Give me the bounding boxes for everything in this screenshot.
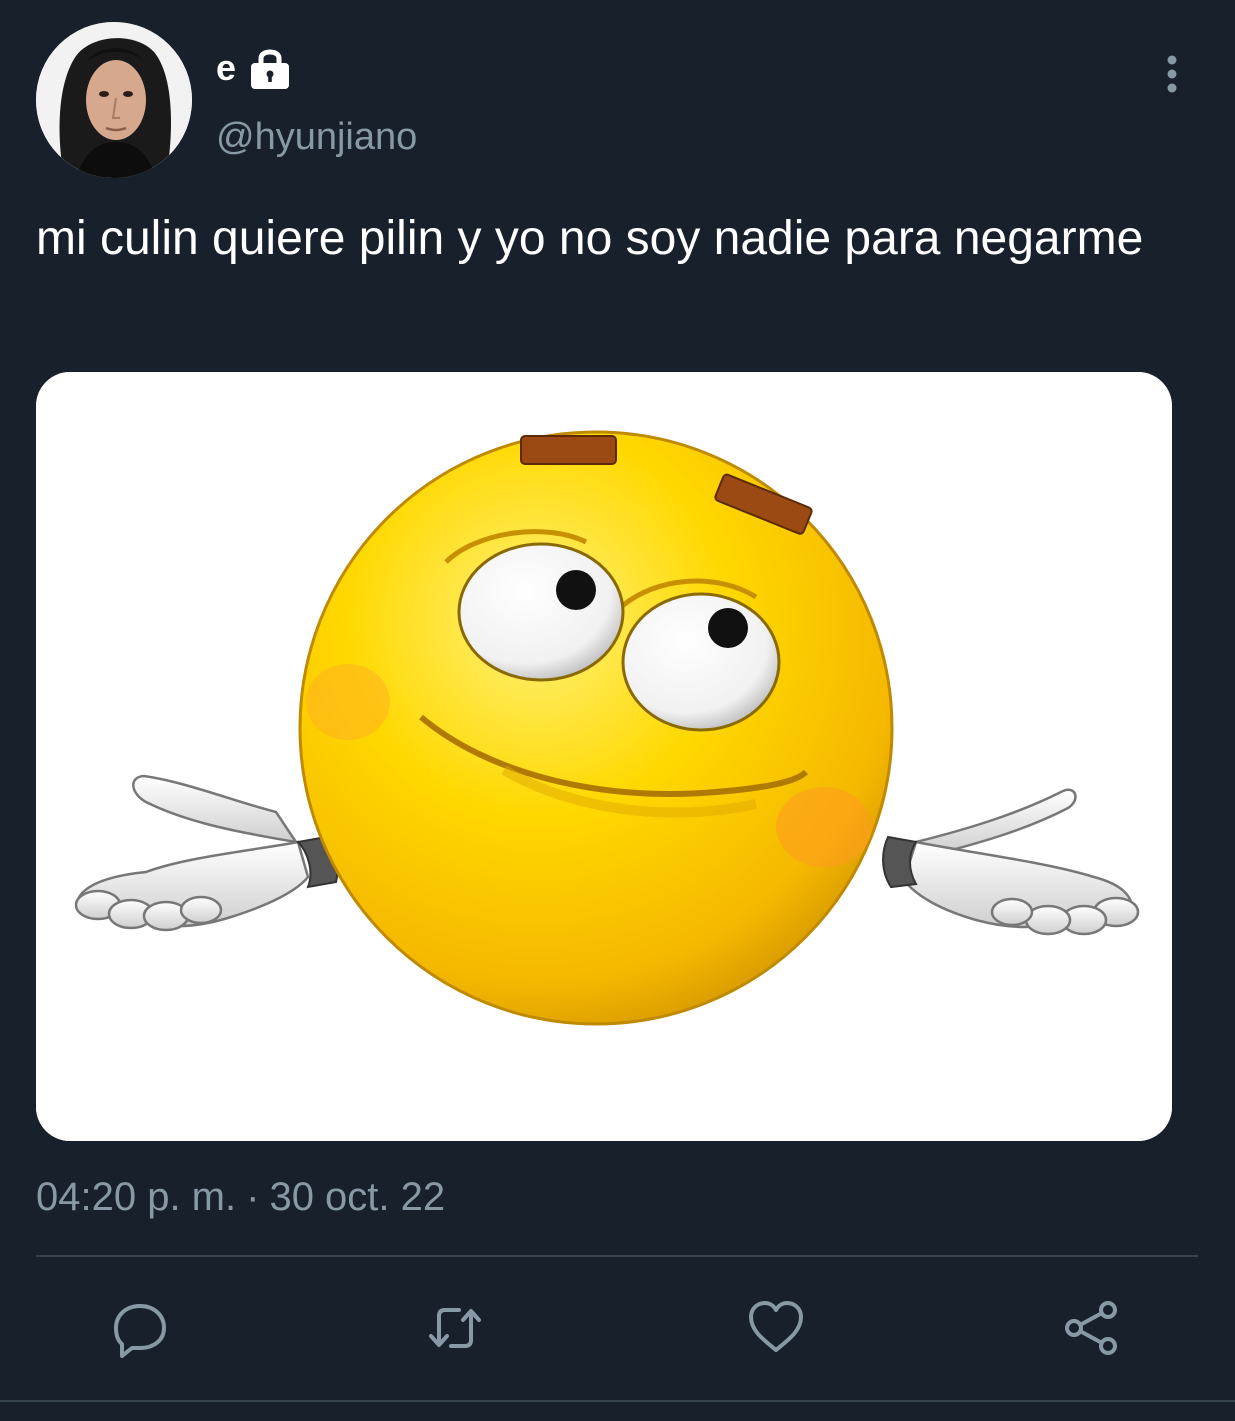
tweet-time: 04:20 p. m. bbox=[36, 1175, 237, 1219]
tweet-timestamp[interactable]: 04:20 p. m. · 30 oct. 22 bbox=[36, 1177, 445, 1217]
more-options-button[interactable] bbox=[1150, 50, 1194, 98]
shrugging-emoji-image bbox=[36, 372, 1172, 1141]
like-button[interactable] bbox=[746, 1298, 806, 1358]
lock-icon bbox=[251, 49, 290, 89]
avatar[interactable] bbox=[36, 22, 192, 178]
heart-icon bbox=[749, 1301, 803, 1352]
tweet-date: 30 oct. 22 bbox=[269, 1175, 446, 1219]
avatar-image bbox=[36, 22, 192, 178]
tweet-text: mi culin quiere pilin y yo no soy nadie … bbox=[36, 212, 1144, 265]
share-button[interactable] bbox=[1062, 1298, 1122, 1358]
tweet-card: e @hyunjiano mi culin quiere pilin y yo … bbox=[0, 0, 1235, 1421]
share-icon bbox=[1065, 1301, 1117, 1355]
retweet-button[interactable] bbox=[425, 1298, 485, 1358]
divider bbox=[36, 1255, 1198, 1257]
reply-button[interactable] bbox=[110, 1298, 170, 1358]
timestamp-separator: · bbox=[246, 1175, 260, 1219]
more-vertical-icon bbox=[1167, 55, 1177, 93]
display-name[interactable]: e bbox=[216, 50, 236, 86]
user-handle[interactable]: @hyunjiano bbox=[216, 118, 417, 156]
tweet-media-image[interactable] bbox=[36, 372, 1172, 1141]
bottom-divider bbox=[0, 1400, 1235, 1402]
retweet-icon bbox=[429, 1308, 481, 1348]
reply-icon bbox=[114, 1304, 166, 1358]
display-name-row: e bbox=[216, 44, 294, 92]
